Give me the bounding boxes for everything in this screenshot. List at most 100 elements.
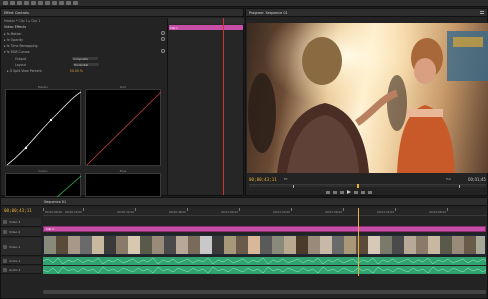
- effect-param-output: Output Composite: [15, 56, 99, 61]
- timeline-ruler[interactable]: 00;00;00;00 00;00;16;00 00;00;32;00 00;0…: [43, 208, 487, 216]
- a1-audio-clip[interactable]: [43, 257, 486, 265]
- eye-icon[interactable]: [3, 230, 7, 234]
- ruler-label: 00;00;16;00: [65, 210, 83, 214]
- track-name: Video 3: [9, 220, 21, 224]
- clip-thumbnail: [368, 236, 380, 254]
- timeline-playhead[interactable]: [358, 208, 359, 276]
- tab-sequence[interactable]: Sequence 01: [44, 200, 66, 204]
- mark-out-icon[interactable]: [333, 190, 337, 194]
- clip-thumbnail: [140, 236, 152, 254]
- curve-graph-blue[interactable]: Blue: [85, 169, 161, 197]
- eye-icon[interactable]: [3, 220, 7, 224]
- track-select-tool-icon[interactable]: [10, 1, 15, 5]
- slip-tool-icon[interactable]: [45, 1, 50, 5]
- effect-row-time-remapping[interactable]: ▸ fx Time Remapping: [4, 43, 38, 48]
- effect-row-rgb-curves[interactable]: ▾ fx RGB Curves: [4, 49, 30, 54]
- ruler-label: 00;00;00;00: [45, 210, 63, 214]
- program-timecode-current[interactable]: 00;00;43;11: [249, 177, 277, 182]
- mark-in-icon[interactable]: [326, 190, 330, 194]
- program-duration: 00;01;45: [468, 177, 486, 182]
- track-header-a1[interactable]: Audio 1: [1, 257, 41, 265]
- zoom-tool-icon[interactable]: [73, 1, 78, 5]
- clip-thumbnail: [164, 236, 176, 254]
- ruler-tick: [43, 208, 44, 211]
- tab-program-monitor[interactable]: Program: Sequence 01: [249, 11, 288, 15]
- curve-graph-green[interactable]: Green: [5, 169, 82, 198]
- clip-thumbnail: [428, 236, 440, 254]
- program-scrub-bar[interactable]: [249, 184, 486, 188]
- output-dropdown[interactable]: Composite: [72, 56, 99, 61]
- selection-tool-icon[interactable]: [3, 1, 8, 5]
- clip-thumbnail: [284, 236, 296, 254]
- v2-clip[interactable]: Clip 1: [43, 226, 486, 232]
- clip-thumbnail: [404, 236, 416, 254]
- speaker-icon[interactable]: [3, 267, 7, 272]
- ruler-label: 00;01;36;02: [325, 210, 343, 214]
- ruler-label: 00;02;08;04: [429, 210, 447, 214]
- play-icon[interactable]: [347, 190, 351, 194]
- ruler-label: 00;01;04;02: [221, 210, 239, 214]
- program-playhead[interactable]: [357, 184, 359, 188]
- effect-controls-mini-timeline[interactable]: Clip 1: [167, 18, 244, 195]
- curve-graph-master[interactable]: Master: [5, 85, 82, 166]
- a2-audio-clip[interactable]: [43, 266, 486, 274]
- speaker-icon[interactable]: [3, 258, 7, 263]
- video-scene: [247, 23, 488, 173]
- step-back-icon[interactable]: [340, 190, 344, 194]
- track-header-v1[interactable]: Video 1: [1, 238, 41, 256]
- ruler-tick: [395, 208, 396, 211]
- hand-tool-icon[interactable]: [66, 1, 71, 5]
- mini-timeline-ruler[interactable]: [168, 18, 244, 24]
- program-video-frame[interactable]: [247, 23, 488, 173]
- v2-clip-label: Clip 1: [46, 227, 54, 231]
- clip-thumbnail: [392, 236, 404, 254]
- ruler-label: 00;01;20;02: [273, 210, 291, 214]
- layout-dropdown[interactable]: Horizontal: [72, 62, 99, 67]
- timeline-scrollbar[interactable]: [43, 290, 486, 294]
- effect-row-label: ▸ fx Motion: [4, 31, 22, 36]
- fit-dropdown-value: Fit: [284, 177, 288, 181]
- reset-icon[interactable]: [161, 31, 165, 35]
- effect-row-motion[interactable]: ▸ fx Motion: [4, 31, 21, 36]
- ruler-tick: [447, 208, 448, 211]
- fit-dropdown[interactable]: Fit: [284, 177, 288, 181]
- reset-icon[interactable]: [161, 37, 165, 41]
- pen-tool-icon[interactable]: [59, 1, 64, 5]
- track-header-v3[interactable]: Video 3: [1, 218, 41, 227]
- transport-controls: [326, 190, 372, 194]
- effect-controls-tabbar: Effect Controls: [1, 9, 243, 17]
- master-curve: [6, 91, 82, 166]
- clip-thumbnail: [80, 236, 92, 254]
- step-forward-icon[interactable]: [354, 190, 358, 194]
- tab-effect-controls[interactable]: Effect Controls: [4, 11, 29, 15]
- extract-icon[interactable]: [368, 190, 372, 194]
- panel-menu-icon[interactable]: [480, 11, 484, 14]
- rolling-edit-tool-icon[interactable]: [24, 1, 29, 5]
- layout-dropdown-value: Horizontal: [73, 62, 89, 67]
- mini-timeline-playhead[interactable]: [223, 18, 224, 195]
- quality-dropdown[interactable]: Full: [446, 177, 451, 181]
- rate-stretch-tool-icon[interactable]: [31, 1, 36, 5]
- slide-tool-icon[interactable]: [52, 1, 57, 5]
- v1-clip-strip[interactable]: [43, 235, 486, 255]
- ruler-tick: [135, 208, 136, 211]
- param-label: ▸ Ö Split View Percent: [7, 68, 42, 73]
- track-header-v2[interactable]: Video 2: [1, 228, 41, 237]
- out-marker[interactable]: [459, 185, 460, 188]
- clip-thumbnail: [248, 236, 260, 254]
- clip-thumbnail: [128, 236, 140, 254]
- lift-icon[interactable]: [361, 190, 365, 194]
- in-marker[interactable]: [293, 185, 294, 188]
- curve-graph-red[interactable]: Red: [85, 85, 162, 166]
- ripple-edit-tool-icon[interactable]: [17, 1, 22, 5]
- eye-icon[interactable]: [3, 244, 7, 249]
- reset-icon[interactable]: [161, 49, 165, 53]
- effect-row-opacity[interactable]: ▸ fx Opacity: [4, 37, 23, 42]
- clip-thumbnail: [212, 236, 224, 254]
- razor-tool-icon[interactable]: [38, 1, 43, 5]
- timeline-timecode[interactable]: 00;00;43;11: [4, 208, 32, 213]
- timeline-scroll-thumb[interactable]: [43, 290, 486, 294]
- split-view-value[interactable]: 50.00 %: [70, 69, 83, 73]
- track-header-a2[interactable]: Audio 2: [1, 266, 41, 274]
- output-dropdown-value: Composite: [73, 56, 89, 61]
